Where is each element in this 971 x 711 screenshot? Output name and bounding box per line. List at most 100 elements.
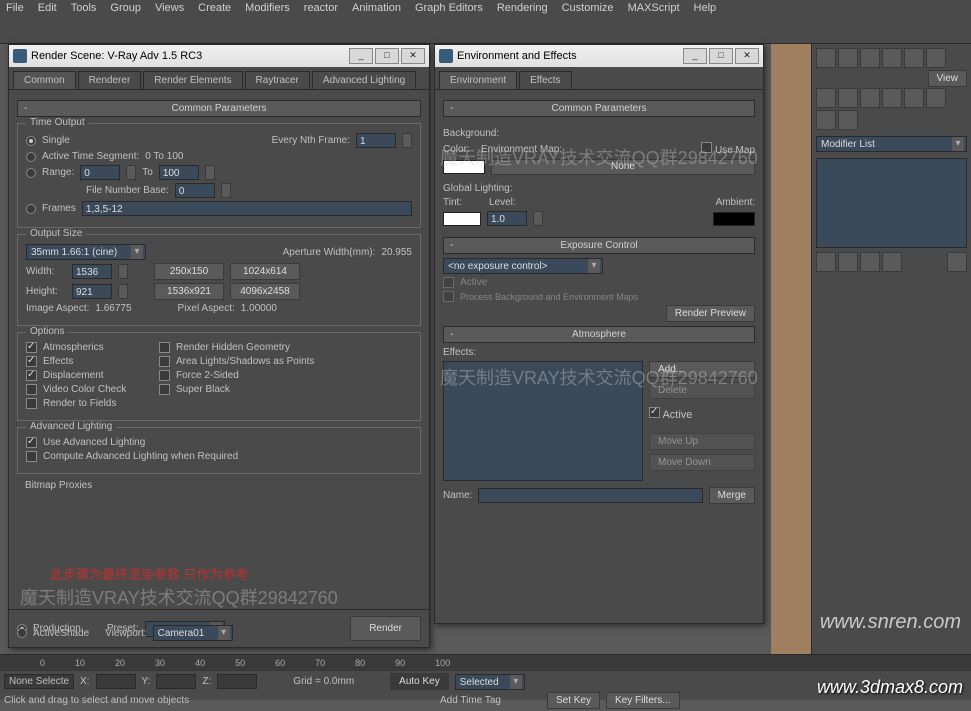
keyfilters-button[interactable]: Key Filters...: [606, 692, 680, 709]
subpanel-icon[interactable]: [838, 88, 858, 108]
force2sided-check[interactable]: [159, 370, 170, 381]
selection-name[interactable]: None Selecte: [4, 674, 74, 689]
spinner-buttons[interactable]: [205, 165, 215, 180]
menu-views[interactable]: Views: [155, 2, 184, 16]
panel-tab-create[interactable]: [816, 48, 836, 68]
range-radio[interactable]: [26, 168, 36, 178]
atm-active-check[interactable]: [649, 407, 660, 418]
panel-tab-hierarchy[interactable]: [860, 48, 880, 68]
tab-renderer[interactable]: Renderer: [78, 71, 142, 89]
tab-renderelements[interactable]: Render Elements: [143, 71, 242, 89]
exposure-dropdown[interactable]: <no exposure control>: [443, 258, 603, 274]
output-preset-dropdown[interactable]: 35mm 1.66:1 (cine): [26, 244, 146, 260]
spinner-buttons[interactable]: [118, 264, 128, 279]
render-hidden-check[interactable]: [159, 342, 170, 353]
main-menu-bar[interactable]: File Edit Tools Group Views Create Modif…: [0, 0, 971, 18]
common-params-rollout[interactable]: -Common Parameters: [17, 100, 421, 117]
range-from-spinner[interactable]: 0: [80, 165, 120, 180]
subpanel-icon[interactable]: [882, 88, 902, 108]
menu-group[interactable]: Group: [110, 2, 141, 16]
panel-tab-motion[interactable]: [882, 48, 902, 68]
preset-250x150[interactable]: 250x150: [154, 263, 224, 280]
super-black-check[interactable]: [159, 384, 170, 395]
add-time-tag[interactable]: Add Time Tag: [440, 695, 501, 706]
menu-create[interactable]: Create: [198, 2, 231, 16]
atm-add-button[interactable]: Add...: [649, 361, 755, 378]
viewport-area[interactable]: [771, 44, 811, 654]
stack-icon[interactable]: [860, 252, 880, 272]
close-button[interactable]: ✕: [401, 48, 425, 64]
tab-raytracer[interactable]: Raytracer: [245, 71, 310, 89]
area-lights-check[interactable]: [159, 356, 170, 367]
tab-effects[interactable]: Effects: [519, 71, 571, 89]
render-preview-button[interactable]: Render Preview: [666, 305, 755, 322]
x-coord[interactable]: [96, 674, 136, 689]
view-button[interactable]: View: [928, 70, 968, 87]
menu-file[interactable]: File: [6, 2, 24, 16]
preset-4096x2458[interactable]: 4096x2458: [230, 283, 300, 300]
spinner-buttons[interactable]: [533, 211, 543, 226]
range-to-spinner[interactable]: 100: [159, 165, 199, 180]
file-base-spinner[interactable]: 0: [175, 183, 215, 198]
every-nth-spinner[interactable]: 1: [356, 133, 396, 148]
frames-input[interactable]: 1,3,5-12: [82, 201, 412, 216]
env-common-rollout[interactable]: -Common Parameters: [443, 100, 755, 117]
z-coord[interactable]: [217, 674, 257, 689]
stack-icon[interactable]: [882, 252, 902, 272]
menu-help[interactable]: Help: [694, 2, 717, 16]
exposure-rollout[interactable]: -Exposure Control: [443, 237, 755, 254]
subpanel-icon[interactable]: [816, 110, 836, 130]
stack-icon[interactable]: [816, 252, 836, 272]
setkey-button[interactable]: Set Key: [547, 692, 600, 709]
tint-swatch[interactable]: [443, 212, 481, 226]
menu-animation[interactable]: Animation: [352, 2, 401, 16]
maximize-button[interactable]: □: [709, 48, 733, 64]
width-spinner[interactable]: 1536: [72, 264, 112, 279]
menu-grapheditors[interactable]: Graph Editors: [415, 2, 483, 16]
subpanel-icon[interactable]: [904, 88, 924, 108]
bg-color-swatch[interactable]: [443, 160, 485, 174]
render-fields-check[interactable]: [26, 398, 37, 409]
subpanel-icon[interactable]: [860, 88, 880, 108]
merge-button[interactable]: Merge: [709, 487, 755, 504]
subpanel-icon[interactable]: [926, 88, 946, 108]
spinner-buttons[interactable]: [118, 284, 128, 299]
preset-1536x921[interactable]: 1536x921: [154, 283, 224, 300]
viewport-dropdown[interactable]: Camera01: [153, 625, 233, 641]
time-slider[interactable]: 0 10 20 30 40 50 60 70 80 90 100: [0, 655, 971, 671]
menu-reactor[interactable]: reactor: [304, 2, 338, 16]
spinner-buttons[interactable]: [402, 133, 412, 148]
modifier-stack[interactable]: [816, 158, 967, 248]
stack-icon[interactable]: [838, 252, 858, 272]
y-coord[interactable]: [156, 674, 196, 689]
menu-edit[interactable]: Edit: [38, 2, 57, 16]
tab-environment[interactable]: Environment: [439, 71, 517, 89]
autokey-button[interactable]: Auto Key: [390, 673, 449, 690]
active-segment-radio[interactable]: [26, 152, 36, 162]
spinner-buttons[interactable]: [221, 183, 231, 198]
menu-tools[interactable]: Tools: [71, 2, 97, 16]
key-selection-dropdown[interactable]: Selected: [455, 674, 525, 690]
compute-adv-lighting-check[interactable]: [26, 451, 37, 462]
atmosphere-effects-list[interactable]: [443, 361, 643, 481]
activeshade-radio[interactable]: [17, 628, 27, 638]
use-adv-lighting-check[interactable]: [26, 437, 37, 448]
menu-maxscript[interactable]: MAXScript: [628, 2, 680, 16]
menu-modifiers[interactable]: Modifiers: [245, 2, 290, 16]
frames-radio[interactable]: [26, 204, 36, 214]
close-button[interactable]: ✕: [735, 48, 759, 64]
single-radio[interactable]: [26, 136, 36, 146]
render-button[interactable]: Render: [350, 616, 421, 641]
panel-tab-utilities[interactable]: [926, 48, 946, 68]
preset-1024x614[interactable]: 1024x614: [230, 263, 300, 280]
panel-tab-modify[interactable]: [838, 48, 858, 68]
stack-icon[interactable]: [947, 252, 967, 272]
env-dialog-titlebar[interactable]: Environment and Effects _ □ ✕: [435, 45, 763, 67]
level-spinner[interactable]: 1.0: [487, 211, 527, 226]
video-color-check[interactable]: [26, 384, 37, 395]
render-dialog-titlebar[interactable]: Render Scene: V-Ray Adv 1.5 RC3 _ □ ✕: [9, 45, 429, 67]
menu-rendering[interactable]: Rendering: [497, 2, 548, 16]
spinner-buttons[interactable]: [126, 165, 136, 180]
tab-common[interactable]: Common: [13, 71, 76, 89]
effects-check[interactable]: [26, 356, 37, 367]
